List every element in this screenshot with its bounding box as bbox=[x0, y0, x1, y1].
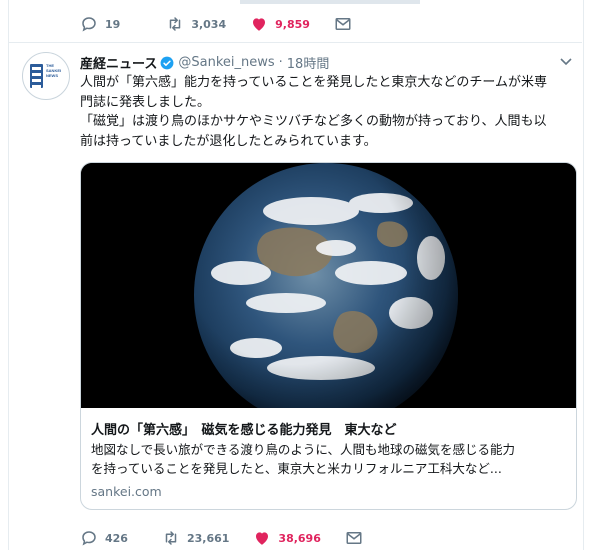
retweet-count: 23,661 bbox=[186, 531, 230, 545]
reply-button[interactable]: 19 bbox=[80, 15, 120, 33]
caret-down-icon[interactable] bbox=[560, 58, 572, 66]
avatar[interactable]: THE SANKEI NEWS bbox=[22, 52, 70, 100]
tweet-text: 人間が「第六感」能力を持っていることを発見したと東京大などのチームが米専 門誌に… bbox=[80, 73, 580, 151]
reply-count: 19 bbox=[105, 17, 121, 31]
author-handle[interactable]: @Sankei_news bbox=[178, 55, 274, 70]
author-name[interactable]: 産経ニュース bbox=[80, 53, 157, 72]
reply-count: 426 bbox=[105, 531, 128, 545]
previous-tweet-actions: 19 3,034 9,859 bbox=[80, 13, 359, 35]
previous-tweet-media-edge bbox=[240, 0, 420, 4]
dm-icon bbox=[335, 18, 351, 30]
tweet-text-line: 前は持っていましたが退化したとみられています。 bbox=[80, 133, 377, 149]
card-description: 地図なしで長い旅ができる渡り鳥のように、人間も地球の磁気を感じる能力 を持ってい… bbox=[91, 440, 561, 478]
tweet-divider bbox=[8, 42, 582, 43]
tweet-timestamp[interactable]: 18時間 bbox=[287, 53, 330, 72]
retweet-icon bbox=[170, 17, 181, 31]
reply-button[interactable]: 426 bbox=[80, 529, 128, 547]
dm-icon bbox=[346, 532, 362, 544]
card-title[interactable]: 人間の「第六感」 磁気を感じる能力発見 東大など bbox=[91, 419, 397, 438]
tweet-text-line: 人間が「第六感」能力を持っていることを発見したと東京大などのチームが米専 bbox=[80, 75, 547, 90]
tweet-text-line: 「磁覚」は渡り鳥のほかサケやミツバチなど多くの動物が持っており、人間も以 bbox=[80, 114, 547, 129]
verified-badge-icon bbox=[160, 56, 174, 69]
card-image bbox=[81, 163, 576, 408]
card-domain: sankei.com bbox=[91, 484, 162, 499]
retweet-icon bbox=[165, 531, 177, 545]
retweet-button[interactable]: 3,034 bbox=[166, 15, 226, 33]
reply-icon bbox=[82, 17, 96, 32]
like-count: 38,696 bbox=[278, 531, 321, 545]
avatar-brand-text: THE SANKEI NEWS bbox=[46, 63, 62, 78]
header-separator: · bbox=[278, 55, 283, 70]
direct-message-button[interactable] bbox=[334, 15, 359, 33]
sankei-logo-icon bbox=[30, 64, 43, 88]
tweet-actions: 426 23,661 38,696 bbox=[80, 527, 370, 549]
link-card[interactable]: 人間の「第六感」 磁気を感じる能力発見 東大など 地図なしで長い旅ができる渡り鳥… bbox=[80, 162, 577, 510]
like-count: 9,859 bbox=[275, 17, 310, 31]
retweet-button[interactable]: 23,661 bbox=[162, 529, 229, 547]
direct-message-button[interactable] bbox=[345, 529, 370, 547]
reply-icon bbox=[82, 531, 96, 546]
like-button[interactable]: 9,859 bbox=[250, 15, 310, 33]
tweet-header: 産経ニュース @Sankei_news · 18時間 bbox=[80, 53, 329, 72]
card-description-line: を持っていることを発見したと、東京大と米カリフォルニア工科大など... bbox=[91, 461, 502, 476]
heart-icon bbox=[256, 532, 269, 545]
retweet-count: 3,034 bbox=[191, 17, 227, 31]
like-button[interactable]: 38,696 bbox=[253, 529, 321, 547]
heart-icon bbox=[253, 18, 266, 31]
tweet-text-line: 門誌に発表しました。 bbox=[80, 94, 211, 110]
card-description-line: 地図なしで長い旅ができる渡り鳥のように、人間も地球の磁気を感じる能力 bbox=[91, 442, 516, 457]
